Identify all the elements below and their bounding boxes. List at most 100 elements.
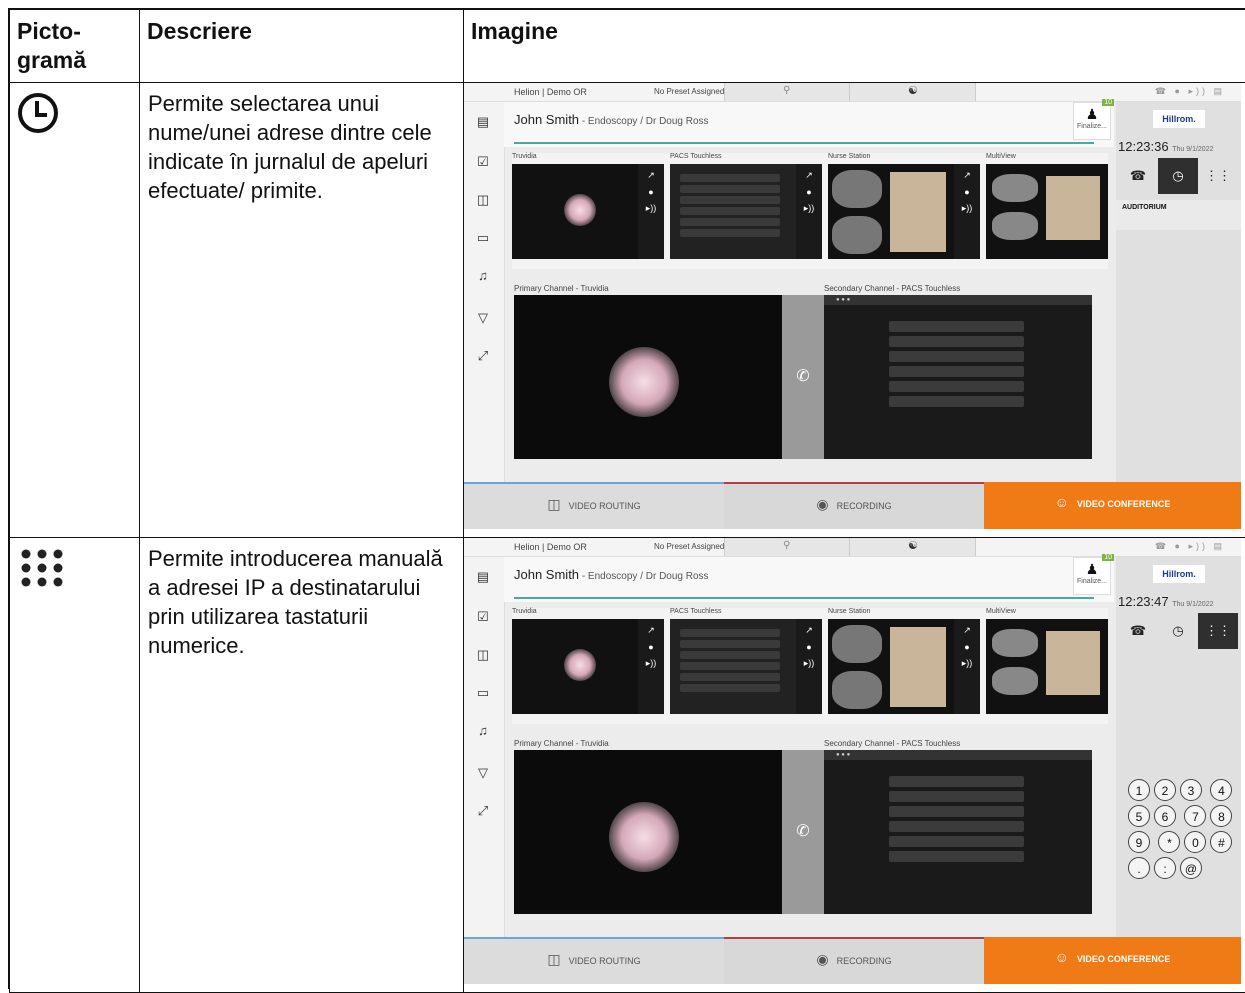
top-bar: Helion | Demo OR No Preset Assigned ⚲ ☯ … bbox=[464, 83, 1241, 102]
surgical-light-icon[interactable]: ▽ bbox=[473, 310, 493, 326]
key-8[interactable]: 8 bbox=[1210, 805, 1232, 827]
patient-detail: - Endoscopy / Dr Doug Ross bbox=[579, 571, 709, 582]
user-check-icon: ♟ bbox=[1074, 106, 1110, 123]
header-image: Imagine bbox=[464, 10, 1245, 83]
speaker-icon[interactable]: ♫ bbox=[473, 723, 493, 738]
secondary-channel-view[interactable]: ● ● ● bbox=[824, 750, 1092, 914]
lock-icon: ⚲ bbox=[783, 540, 790, 551]
teal-divider bbox=[514, 142, 1094, 144]
source-label: PACS Touchless bbox=[670, 153, 828, 164]
primary-channel-view[interactable] bbox=[514, 295, 782, 459]
status-icons: ☎ ● ▸)) ▤ bbox=[1155, 86, 1225, 97]
brand-logo: Hillrom. bbox=[1153, 565, 1205, 583]
pictogram-cell bbox=[10, 538, 140, 993]
source-label: Nurse Station bbox=[828, 608, 986, 619]
tab-video-conference[interactable]: ☺VIDEO CONFERENCE bbox=[984, 482, 1241, 529]
clock-date: Thu 9/1/2022 bbox=[1172, 146, 1213, 153]
table-header-row: Picto- gramă Descriere Imagine bbox=[10, 10, 1245, 83]
pictogram-cell bbox=[10, 83, 140, 538]
keypad-button[interactable]: ⋮⋮ bbox=[1198, 158, 1238, 194]
source-truvidia[interactable]: Truvidia ↗●▸)) bbox=[512, 153, 670, 259]
key-hash[interactable]: # bbox=[1210, 831, 1232, 853]
source-nurse-station[interactable]: Nurse Station ↗●▸)) bbox=[828, 608, 986, 714]
table-icon: ☯ bbox=[908, 84, 918, 97]
key-dot[interactable]: . bbox=[1128, 857, 1150, 879]
key-1[interactable]: 1 bbox=[1128, 779, 1150, 801]
key-6[interactable]: 6 bbox=[1154, 805, 1176, 827]
call-phone-icon[interactable]: ✆ bbox=[782, 750, 824, 914]
key-5[interactable]: 5 bbox=[1128, 805, 1150, 827]
primary-channel-view[interactable] bbox=[514, 750, 782, 914]
expand-icon[interactable]: ⤢ bbox=[473, 803, 493, 819]
finalize-badge: 10 bbox=[1102, 99, 1114, 106]
top-bar: Helion | Demo OR No Preset Assigned ⚲ ☯ … bbox=[464, 538, 1241, 557]
key-star[interactable]: * bbox=[1158, 831, 1180, 853]
display-icon[interactable]: ▭ bbox=[473, 230, 493, 246]
description-cell: Permite selectarea unui nume/unei adrese… bbox=[140, 83, 464, 538]
surgical-light-icon[interactable]: ▽ bbox=[473, 765, 493, 781]
keypad-button[interactable]: ⋮⋮ bbox=[1198, 613, 1238, 649]
numeric-keypad: 123 4 56 78 9 *0# .:@ bbox=[1126, 777, 1236, 881]
primary-channel-label: Primary Channel - Truvidia bbox=[514, 284, 609, 293]
video-routing-icon: ◫ bbox=[547, 951, 560, 967]
screenshot-keypad: Helion | Demo OR No Preset Assigned ⚲ ☯ … bbox=[464, 538, 1241, 984]
source-nurse-station[interactable]: Nurse Station ↗●▸)) bbox=[828, 153, 986, 259]
call-phone-icon[interactable]: ✆ bbox=[782, 295, 824, 459]
patient-card-icon[interactable]: ▤ bbox=[473, 114, 493, 130]
key-at[interactable]: @ bbox=[1180, 857, 1202, 879]
routing-icon[interactable]: ◫ bbox=[473, 647, 493, 663]
preset-label: No Preset Assigned bbox=[654, 542, 724, 551]
key-colon[interactable]: : bbox=[1154, 857, 1176, 879]
lock-tab[interactable]: ⚲ bbox=[724, 83, 850, 101]
source-multiview[interactable]: MultiView bbox=[986, 608, 1144, 714]
display-icon[interactable]: ▭ bbox=[473, 685, 493, 701]
tab-video-routing[interactable]: ◫VIDEO ROUTING bbox=[464, 482, 724, 529]
source-label: PACS Touchless bbox=[670, 608, 828, 619]
lock-tab[interactable]: ⚲ bbox=[724, 538, 850, 556]
brand-logo: Hillrom. bbox=[1153, 110, 1205, 128]
sources-strip: Truvidia ↗●▸)) PACS Touchless ↗●▸)) Nurs… bbox=[512, 153, 1108, 269]
finalize-button[interactable]: ♟ Finalize... 10 bbox=[1073, 557, 1111, 595]
tab-recording[interactable]: ◉RECORDING bbox=[724, 937, 984, 984]
pictogram-table: Picto- gramă Descriere Imagine Permite s… bbox=[9, 9, 1245, 993]
finalize-button[interactable]: ♟ Finalize... 10 bbox=[1073, 102, 1111, 140]
clipboard-icon[interactable]: ☑ bbox=[473, 609, 493, 625]
speaker-icon[interactable]: ♫ bbox=[473, 268, 493, 283]
status-icons: ☎ ● ▸)) ▤ bbox=[1155, 541, 1225, 552]
source-truvidia[interactable]: Truvidia ↗●▸)) bbox=[512, 608, 670, 714]
key-2[interactable]: 2 bbox=[1154, 779, 1176, 801]
table-tab[interactable]: ☯ bbox=[849, 83, 976, 101]
expand-icon[interactable]: ⤢ bbox=[473, 348, 493, 364]
table-tab[interactable]: ☯ bbox=[849, 538, 976, 556]
source-label: MultiView bbox=[986, 608, 1144, 619]
tab-video-routing[interactable]: ◫VIDEO ROUTING bbox=[464, 937, 724, 984]
key-4[interactable]: 4 bbox=[1210, 779, 1232, 801]
patient-card-icon[interactable]: ▤ bbox=[473, 569, 493, 585]
lock-icon: ⚲ bbox=[783, 85, 790, 96]
video-conference-icon: ☺ bbox=[1055, 494, 1069, 510]
source-pacs[interactable]: PACS Touchless ↗●▸)) bbox=[670, 608, 828, 714]
finalize-label: Finalize... bbox=[1077, 123, 1107, 130]
clipboard-icon[interactable]: ☑ bbox=[473, 154, 493, 170]
key-7[interactable]: 7 bbox=[1184, 805, 1206, 827]
call-log-button[interactable]: ◷ bbox=[1158, 158, 1198, 194]
source-label: Nurse Station bbox=[828, 153, 986, 164]
source-label: MultiView bbox=[986, 153, 1144, 164]
source-label: Truvidia bbox=[512, 153, 670, 164]
source-label: Truvidia bbox=[512, 608, 670, 619]
routing-icon[interactable]: ◫ bbox=[473, 192, 493, 208]
call-log-button[interactable]: ◷ bbox=[1158, 613, 1198, 649]
video-routing-icon: ◫ bbox=[547, 496, 560, 512]
secondary-channel-view[interactable]: ● ● ● bbox=[824, 295, 1092, 459]
description-cell: Permite introducerea manuală a adresei I… bbox=[140, 538, 464, 993]
keypad-icon bbox=[16, 546, 76, 590]
key-9[interactable]: 9 bbox=[1128, 831, 1150, 853]
room-label: Helion | Demo OR bbox=[514, 542, 587, 552]
key-3[interactable]: 3 bbox=[1180, 779, 1202, 801]
key-0[interactable]: 0 bbox=[1184, 831, 1206, 853]
source-multiview[interactable]: MultiView bbox=[986, 153, 1144, 259]
finalize-badge: 10 bbox=[1102, 554, 1114, 561]
source-pacs[interactable]: PACS Touchless ↗●▸)) bbox=[670, 153, 828, 259]
tab-recording[interactable]: ◉RECORDING bbox=[724, 482, 984, 529]
tab-video-conference[interactable]: ☺VIDEO CONFERENCE bbox=[984, 937, 1241, 984]
